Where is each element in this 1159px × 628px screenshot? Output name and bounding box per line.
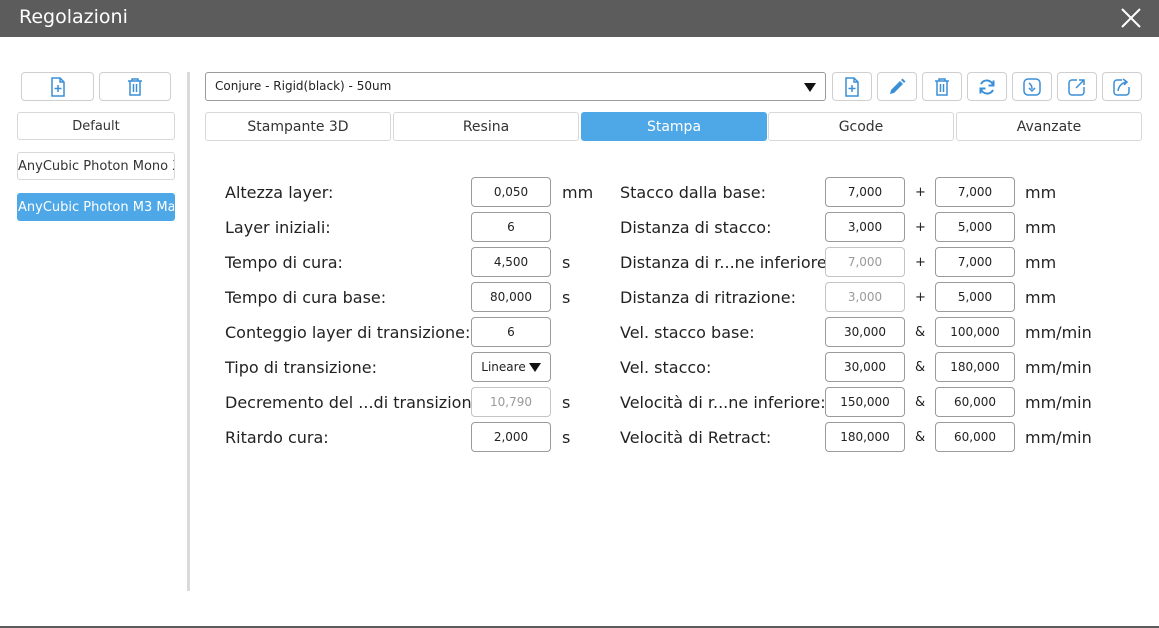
operator-label: & bbox=[915, 360, 926, 375]
title-bar: Regolazioni bbox=[0, 0, 1159, 37]
add-profile-button[interactable] bbox=[832, 72, 872, 101]
operator-label: + bbox=[915, 220, 926, 235]
chevron-down-icon bbox=[804, 83, 816, 92]
delete-printer-button[interactable] bbox=[99, 72, 171, 101]
sidebar-divider bbox=[187, 72, 190, 591]
unit-label: s bbox=[562, 288, 571, 307]
tab-gcode[interactable]: Gcode bbox=[768, 112, 954, 141]
bottom-lift-distance-2-field[interactable]: 7,000 bbox=[935, 177, 1015, 207]
add-printer-button[interactable] bbox=[21, 72, 94, 101]
export-icon bbox=[1068, 78, 1085, 96]
close-icon[interactable] bbox=[1117, 4, 1145, 32]
setting-label: Velocità di r...ne inferiore: bbox=[620, 393, 826, 412]
printer-label: AnyCubic Photon Mono X bbox=[18, 158, 175, 174]
export-all-icon bbox=[1113, 77, 1130, 96]
setting-label: Velocità di Retract: bbox=[620, 428, 772, 447]
operator-label: + bbox=[915, 255, 926, 270]
operator-label: & bbox=[915, 395, 926, 410]
trash-icon bbox=[128, 77, 142, 96]
bottom-retract-distance-field: 7,000 bbox=[825, 247, 905, 277]
bottom-retract-speed-field[interactable]: 150,000 bbox=[825, 387, 905, 417]
unit-label: s bbox=[562, 393, 571, 412]
window-title: Regolazioni bbox=[19, 6, 128, 28]
unit-label: s bbox=[562, 253, 571, 272]
setting-label: Vel. stacco: bbox=[620, 358, 712, 377]
unit-label: mm bbox=[1025, 253, 1057, 272]
bottom-lift-speed-2-field[interactable]: 100,000 bbox=[935, 317, 1015, 347]
trash-icon bbox=[935, 77, 949, 96]
lift-speed-field[interactable]: 30,000 bbox=[825, 352, 905, 382]
setting-label: Distanza di stacco: bbox=[620, 218, 772, 237]
refresh-icon bbox=[979, 78, 995, 95]
setting-label: Stacco dalla base: bbox=[620, 183, 766, 202]
transition-type-dropdown[interactable]: Lineare bbox=[471, 352, 551, 382]
setting-label: Vel. stacco base: bbox=[620, 323, 755, 342]
retract-distance-2-field[interactable]: 5,000 bbox=[935, 282, 1015, 312]
import-icon bbox=[1023, 77, 1041, 96]
file-add-icon bbox=[845, 76, 859, 97]
printer-item-mono-x[interactable]: AnyCubic Photon Mono X bbox=[17, 152, 175, 180]
unit-label: s bbox=[562, 428, 571, 447]
operator-label: + bbox=[915, 290, 926, 305]
setting-label: Distanza di ritrazione: bbox=[620, 288, 796, 307]
lift-distance-field[interactable]: 3,000 bbox=[825, 212, 905, 242]
unit-label: mm bbox=[1025, 218, 1057, 237]
edit-profile-button[interactable] bbox=[877, 72, 917, 101]
setting-label: Tempo di cura base: bbox=[225, 288, 387, 307]
transition-decrement-field: 10,790 bbox=[471, 387, 551, 417]
bottom-lift-distance-field[interactable]: 7,000 bbox=[825, 177, 905, 207]
unit-label: mm/min bbox=[1025, 323, 1092, 342]
setting-label: Layer iniziali: bbox=[225, 218, 331, 237]
printer-label: AnyCubic Photon M3 Max bbox=[18, 199, 175, 215]
lift-speed-2-field[interactable]: 180,000 bbox=[935, 352, 1015, 382]
export-all-button[interactable] bbox=[1102, 72, 1142, 101]
setting-label: Distanza di r...ne inferiore: bbox=[620, 253, 833, 272]
retract-speed-field[interactable]: 180,000 bbox=[825, 422, 905, 452]
initial-layers-field[interactable]: 6 bbox=[471, 212, 551, 242]
bottom-retract-distance-2-field[interactable]: 7,000 bbox=[935, 247, 1015, 277]
bottom-retract-speed-2-field[interactable]: 60,000 bbox=[935, 387, 1015, 417]
transition-type-value: Lineare bbox=[481, 360, 526, 374]
setting-label: Conteggio layer di transizione: bbox=[225, 323, 471, 342]
operator-label: & bbox=[915, 325, 926, 340]
setting-label: Tempo di cura: bbox=[225, 253, 343, 272]
printer-item-m3-max[interactable]: AnyCubic Photon M3 Max bbox=[17, 193, 175, 221]
retract-distance-field: 3,000 bbox=[825, 282, 905, 312]
export-profile-button[interactable] bbox=[1057, 72, 1097, 101]
setting-label: Tipo di transizione: bbox=[225, 358, 378, 377]
setting-label: Ritardo cura: bbox=[225, 428, 329, 447]
unit-label: mm bbox=[562, 183, 594, 202]
bottom-lift-speed-field[interactable]: 30,000 bbox=[825, 317, 905, 347]
unit-label: mm/min bbox=[1025, 358, 1092, 377]
lift-distance-2-field[interactable]: 5,000 bbox=[935, 212, 1015, 242]
tab-avanzate[interactable]: Avanzate bbox=[956, 112, 1142, 141]
transition-layer-count-field[interactable]: 6 bbox=[471, 317, 551, 347]
tab-stampa[interactable]: Stampa bbox=[581, 112, 767, 141]
file-add-icon bbox=[50, 76, 65, 97]
import-profile-button[interactable] bbox=[1012, 72, 1052, 101]
unit-label: mm/min bbox=[1025, 428, 1092, 447]
chevron-down-icon bbox=[528, 362, 541, 372]
layer-height-field[interactable]: 0,050 bbox=[471, 177, 551, 207]
profile-select[interactable]: Conjure - Rigid(black) - 50um bbox=[205, 72, 826, 101]
default-button[interactable]: Default bbox=[17, 112, 175, 140]
unit-label: mm/min bbox=[1025, 393, 1092, 412]
setting-label: Decremento del ...di transizione: bbox=[225, 393, 487, 412]
operator-label: & bbox=[915, 430, 926, 445]
unit-label: mm bbox=[1025, 183, 1057, 202]
tab-resina[interactable]: Resina bbox=[393, 112, 579, 141]
setting-label: Altezza layer: bbox=[225, 183, 334, 202]
base-cure-time-field[interactable]: 80,000 bbox=[471, 282, 551, 312]
operator-label: + bbox=[915, 185, 926, 200]
unit-label: mm bbox=[1025, 288, 1057, 307]
pencil-icon bbox=[890, 78, 906, 94]
tab-stampante-3d[interactable]: Stampante 3D bbox=[205, 112, 391, 141]
retract-speed-2-field[interactable]: 60,000 bbox=[935, 422, 1015, 452]
delete-profile-button[interactable] bbox=[922, 72, 962, 101]
cure-time-field[interactable]: 4,500 bbox=[471, 247, 551, 277]
cure-delay-field[interactable]: 2,000 bbox=[471, 422, 551, 452]
profile-select-value: Conjure - Rigid(black) - 50um bbox=[215, 79, 392, 93]
refresh-profile-button[interactable] bbox=[967, 72, 1007, 101]
